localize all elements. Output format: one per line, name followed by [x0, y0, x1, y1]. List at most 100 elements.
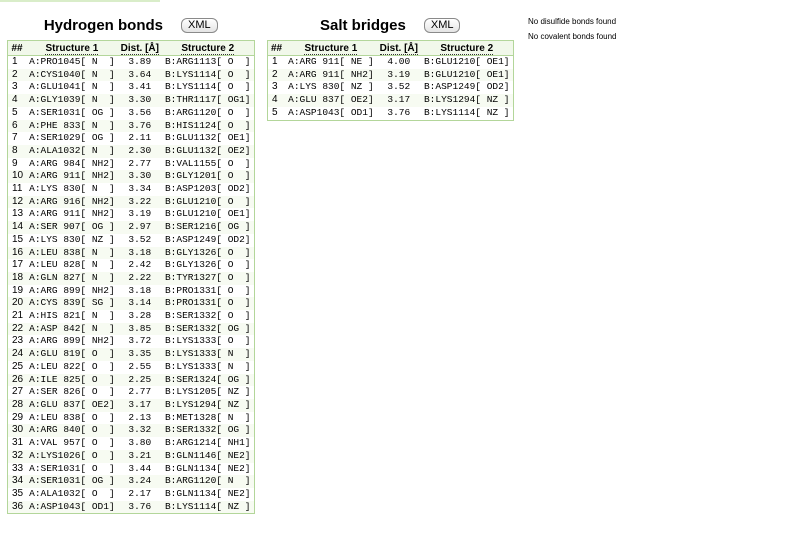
distance-cell: 2.30	[117, 144, 162, 158]
table-row: 5 A:SER1031[ OG ] 3.56 B:ARG1120[ O ]	[7, 106, 254, 120]
table-row: 21 A:HIS 821[ N ] 3.28 B:SER1332[ O ]	[7, 310, 254, 323]
table-row: 4 A:GLU 837[ OE2] 3.17 B:LYS1294[ NZ ]	[267, 94, 513, 107]
table-row: 22 A:ASP 842[ N ] 3.85 B:SER1332[ OG ]	[7, 322, 254, 336]
structure-1-cell: A:ASP 842[ N ]	[26, 322, 118, 336]
row-index: 7	[7, 132, 27, 145]
structure-1-cell: A:ARG 899[ NH2]	[26, 284, 118, 298]
distance-cell: 3.41	[117, 81, 162, 95]
table-row: 18 A:GLN 827[ N ] 2.22 B:TYR1327[ O ]	[7, 271, 254, 285]
hydrogen-bonds-xml-button[interactable]: XML	[181, 17, 218, 33]
row-index: 1	[267, 55, 286, 69]
table-row: 1 A:ARG 911[ NE ] 4.00 B:GLU1210[ OE1]	[267, 55, 513, 69]
distance-cell: 3.28	[117, 310, 162, 323]
distance-cell: 3.22	[117, 195, 162, 209]
row-index: 21	[7, 310, 27, 323]
distance-cell: 2.42	[117, 259, 162, 272]
distance-label: Dist. [Å]	[379, 42, 418, 55]
structure-1-cell: A:GLU 837[ OE2]	[26, 398, 118, 412]
row-index: 4	[7, 94, 27, 107]
structure-2-cell: B:SER1324[ OG ]	[161, 373, 254, 387]
row-index: 15	[7, 233, 27, 247]
distance-cell: 3.24	[117, 475, 162, 488]
structure-2-cell: B:HIS1124[ O ]	[161, 119, 254, 133]
row-index: 17	[7, 259, 27, 272]
row-index: 31	[7, 437, 27, 450]
structure-1-cell: A:ARG 911[ NH2]	[26, 208, 118, 222]
structure-2-cell: B:LYS1294[ NZ ]	[420, 94, 513, 107]
structure-2-cell: B:MET1328[ N ]	[161, 411, 254, 425]
structure-2-cell: B:GLN1134[ NE2]	[161, 487, 254, 501]
column-header-structure-1: Structure 1	[285, 40, 377, 56]
structure-1-cell: A:ASP1043[ OD1]	[285, 106, 377, 121]
structure-2-cell: B:GLU1132[ OE2]	[161, 144, 254, 158]
distance-cell: 3.80	[117, 437, 162, 450]
column-header-index: ##	[7, 40, 27, 56]
distance-cell: 2.11	[117, 132, 162, 145]
distance-cell: 3.35	[117, 348, 162, 361]
table-header-row: ## Structure 1 Dist. [Å] Structure 2	[267, 40, 513, 56]
salt-bridges-header: Salt bridges XML	[267, 10, 514, 40]
structure-1-cell: A:PRO1045[ N ]	[26, 55, 118, 69]
distance-cell: 2.22	[117, 271, 162, 285]
row-index: 10	[7, 170, 27, 184]
salt-bridges-rows: 1 A:ARG 911[ NE ] 4.00 B:GLU1210[ OE1] 2 A:AR…	[267, 55, 513, 121]
table-row: 9 A:ARG 984[ NH2] 2.77 B:VAL1155[ O ]	[7, 157, 254, 171]
structure-1-cell: A:VAL 957[ O ]	[26, 437, 118, 450]
row-index: 22	[7, 322, 27, 336]
distance-cell: 2.25	[117, 373, 162, 387]
table-header-row: ## Structure 1 Dist. [Å] Structure 2	[7, 40, 254, 56]
row-index: 5	[7, 106, 27, 120]
table-row: 24 A:GLU 819[ O ] 3.35 B:LYS1333[ N ]	[7, 348, 254, 361]
row-index: 11	[7, 183, 27, 196]
table-row: 8 A:ALA1032[ N ] 2.30 B:GLU1132[ OE2]	[7, 144, 254, 158]
row-index: 2	[267, 68, 286, 82]
distance-cell: 3.72	[117, 335, 162, 349]
hydrogen-bonds-header: Hydrogen bonds XML	[7, 10, 255, 40]
distance-label: Dist. [Å]	[120, 42, 159, 55]
table-row: 2 A:CYS1040[ N ] 3.64 B:LYS1114[ O ]	[7, 68, 254, 82]
distance-cell: 2.17	[117, 487, 162, 501]
table-row: 12 A:ARG 916[ NH2] 3.22 B:GLU1210[ O ]	[7, 195, 254, 209]
distance-cell: 3.85	[117, 322, 162, 336]
row-index: 27	[7, 386, 27, 399]
structure-1-cell: A:SER 826[ O ]	[26, 386, 118, 399]
structure-2-cell: B:GLU1210[ OE1]	[161, 208, 254, 222]
structure-1-cell: A:LYS 830[ NZ ]	[26, 233, 118, 247]
table-row: 31 A:VAL 957[ O ] 3.80 B:ARG1214[ NH1]	[7, 437, 254, 450]
table-row: 32 A:LYS1026[ O ] 3.21 B:GLN1146[ NE2]	[7, 449, 254, 463]
structure-2-cell: B:LYS1114[ O ]	[161, 81, 254, 95]
table-row: 28 A:GLU 837[ OE2] 3.17 B:LYS1294[ NZ ]	[7, 398, 254, 412]
distance-cell: 3.76	[117, 500, 162, 514]
structure-1-cell: A:CYS1040[ N ]	[26, 68, 118, 82]
row-index: 8	[7, 144, 27, 158]
table-row: 1 A:PRO1045[ N ] 3.89 B:ARG1113[ O ]	[7, 55, 254, 69]
table-row: 19 A:ARG 899[ NH2] 3.18 B:PRO1331[ O ]	[7, 284, 254, 298]
structure-1-cell: A:ARG 911[ NH2]	[26, 170, 118, 184]
table-row: 29 A:LEU 838[ O ] 2.13 B:MET1328[ N ]	[7, 411, 254, 425]
structure-1-cell: A:SER1031[ OG ]	[26, 106, 118, 120]
row-index: 18	[7, 271, 27, 285]
row-index: 3	[7, 81, 27, 95]
structure-2-cell: B:LYS1333[ O ]	[161, 335, 254, 349]
structure-2-cell: B:ASP1249[ OD2]	[420, 81, 513, 95]
table-row: 20 A:CYS 839[ SG ] 3.14 B:PRO1331[ O ]	[7, 297, 254, 311]
structure-1-label: Structure 1	[304, 42, 358, 55]
hydrogen-bonds-rows: 1 A:PRO1045[ N ] 3.89 B:ARG1113[ O ] 2 A:CYS1…	[7, 55, 254, 514]
structure-2-cell: B:LYS1114[ O ]	[161, 68, 254, 82]
structure-2-cell: B:SER1216[ OG ]	[161, 221, 254, 234]
salt-bridges-xml-button[interactable]: XML	[423, 17, 461, 33]
column-header-distance: Dist. [Å]	[117, 40, 162, 56]
distance-cell: 3.30	[117, 94, 162, 107]
structure-2-cell: B:ARG1113[ O ]	[161, 55, 254, 69]
structure-1-cell: A:GLU1041[ N ]	[26, 81, 118, 95]
structure-2-cell: B:GLU1210[ OE1]	[420, 68, 513, 82]
distance-cell: 3.32	[117, 424, 162, 438]
no-covalent-note: No covalent bonds found	[528, 32, 617, 41]
structure-2-cell: B:LYS1333[ N ]	[161, 360, 254, 374]
structure-2-cell: B:ARG1120[ O ]	[161, 106, 254, 120]
row-index: 23	[7, 335, 27, 349]
structure-2-cell: B:PRO1331[ O ]	[161, 297, 254, 311]
table-row: 14 A:SER 907[ OG ] 2.97 B:SER1216[ OG ]	[7, 221, 254, 234]
structure-2-cell: B:LYS1114[ NZ ]	[420, 106, 513, 121]
distance-cell: 3.76	[117, 119, 162, 133]
